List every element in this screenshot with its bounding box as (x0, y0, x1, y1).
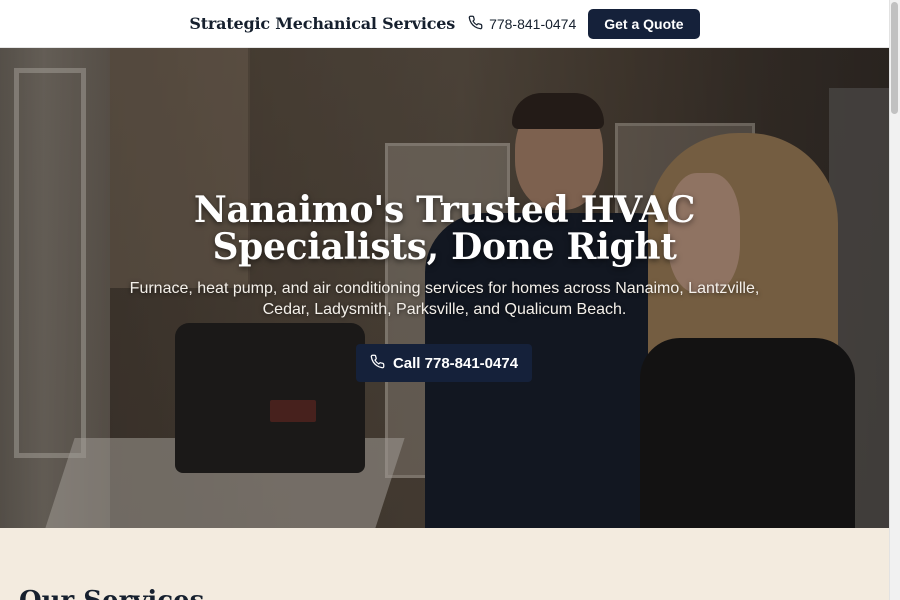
brand-logo-text[interactable]: Strategic Mechanical Services (189, 14, 455, 33)
site-header: Strategic Mechanical Services 778-841-04… (0, 0, 889, 48)
phone-icon (468, 15, 483, 33)
header-phone-link[interactable]: 778-841-0474 (468, 15, 576, 33)
services-heading: Our Services (19, 586, 204, 600)
page: Strategic Mechanical Services 778-841-04… (0, 0, 889, 600)
services-section: Our Services (0, 528, 889, 600)
call-now-button[interactable]: Call 778-841-0474 (356, 344, 532, 382)
header-phone-number: 778-841-0474 (489, 15, 577, 32)
hero-section: Nanaimo's Trusted HVAC Specialists, Done… (0, 48, 889, 528)
call-button-label: Call 778-841-0474 (392, 354, 519, 372)
get-a-quote-button[interactable]: Get a Quote (588, 8, 700, 39)
scrollbar-thumb[interactable] (891, 2, 898, 114)
page-scrollbar[interactable] (889, 0, 900, 600)
phone-icon (370, 354, 385, 373)
hero-content: Nanaimo's Trusted HVAC Specialists, Done… (0, 48, 889, 528)
hero-subtitle: Furnace, heat pump, and air conditioning… (129, 280, 760, 318)
hero-title: Nanaimo's Trusted HVAC Specialists, Done… (193, 189, 696, 268)
